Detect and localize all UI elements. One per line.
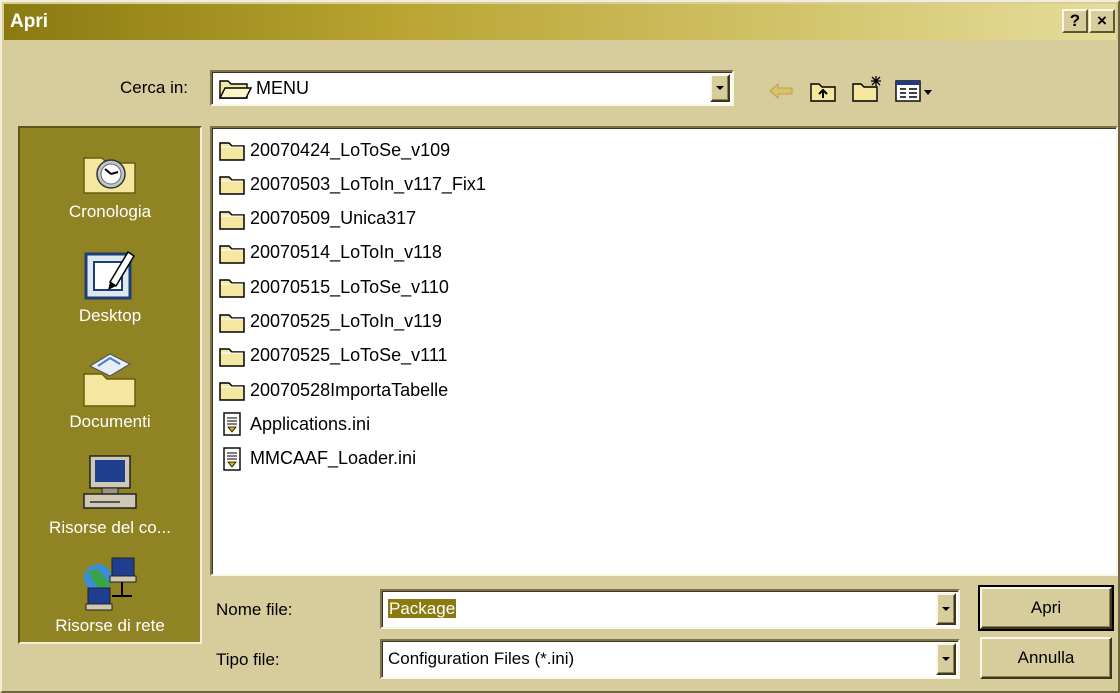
desktop-icon <box>84 250 136 300</box>
folder-item[interactable]: 20070525_LoToSe_v111 <box>218 340 448 372</box>
folder-item[interactable]: 20070503_LoToIn_v117_Fix1 <box>218 168 486 200</box>
place-network[interactable]: Risorse di rete <box>20 552 200 652</box>
computer-icon <box>83 455 137 509</box>
file-item[interactable]: MMCAAF_Loader.ini <box>218 443 416 475</box>
item-name: 20070515_LoToSe_v110 <box>250 276 449 297</box>
new-folder-icon[interactable] <box>850 74 884 104</box>
chevron-down-icon <box>942 607 950 611</box>
place-label: Risorse del co... <box>49 518 171 537</box>
cancel-button[interactable]: Annulla <box>980 637 1112 679</box>
filename-dropdown-button[interactable] <box>936 593 956 625</box>
folder-icon <box>219 176 245 196</box>
view-menu-icon[interactable] <box>894 78 934 104</box>
lookin-combo[interactable]: MENU <box>210 70 734 106</box>
folder-open-icon <box>218 80 252 99</box>
place-history[interactable]: Cronologia <box>20 138 200 238</box>
folder-icon <box>219 210 245 230</box>
folder-item[interactable]: 20070528ImportaTabelle <box>218 374 448 406</box>
folder-item[interactable]: 20070515_LoToSe_v110 <box>218 271 449 303</box>
network-icon <box>84 557 137 611</box>
window-title: Apri <box>10 11 48 32</box>
folder-icon <box>219 313 245 333</box>
item-name: 20070525_LoToIn_v119 <box>250 311 442 331</box>
lookin-label: Cerca in: <box>120 78 189 97</box>
folder-item[interactable]: 20070514_LoToIn_v118 <box>218 237 442 269</box>
file-list[interactable]: 20070424_LoToSe_v109 20070503_LoToIn_v117… <box>210 126 1118 576</box>
item-name: 20070528ImportaTabelle <box>250 379 449 400</box>
documents-icon <box>83 353 136 407</box>
ini-file-icon <box>223 412 241 437</box>
ini-file-icon <box>223 446 241 471</box>
lookin-value: MENU <box>256 77 309 98</box>
item-name: Applications.ini <box>250 413 371 434</box>
lookin-dropdown-button[interactable] <box>710 74 730 102</box>
item-name: 20070514_LoToIn_v118 <box>250 242 442 263</box>
item-name: 20070509_Unica317 <box>250 208 417 229</box>
place-label: Desktop <box>78 306 142 325</box>
place-label: Risorse di rete <box>55 616 165 635</box>
chevron-down-icon <box>942 657 950 661</box>
item-name: 20070424_LoToSe_v109 <box>250 139 451 160</box>
folder-icon <box>219 382 245 401</box>
filename-label: Nome file: <box>216 600 293 619</box>
title-bar[interactable]: Apri <box>4 4 1116 40</box>
filetype-value: Configuration Files (*.ini) <box>388 649 575 668</box>
folder-item[interactable]: 20070525_LoToIn_v119 <box>218 306 442 338</box>
close-button[interactable]: × <box>1089 9 1115 33</box>
item-name: 20070503_LoToIn_v117_Fix1 <box>250 173 486 194</box>
places-bar: Cronologia Desktop Documenti Risorse del… <box>18 126 202 644</box>
item-name: MMCAAF_Loader.ini <box>250 448 417 469</box>
file-item[interactable]: Applications.ini <box>218 408 370 440</box>
filetype-label: Tipo file: <box>216 650 280 669</box>
open-dialog: Apri ? × Cerca in: MENU Cronologia Deskt… <box>0 0 1120 693</box>
open-button[interactable]: Apri <box>978 585 1114 631</box>
item-name: 20070525_LoToSe_v111 <box>250 345 448 366</box>
up-folder-icon[interactable] <box>808 78 838 104</box>
filetype-dropdown-button[interactable] <box>936 643 956 675</box>
folder-icon <box>219 348 245 367</box>
filename-field[interactable]: Package <box>380 589 960 629</box>
filetype-combo[interactable]: Configuration Files (*.ini) <box>380 639 960 679</box>
folder-icon <box>219 279 245 298</box>
history-icon <box>83 157 136 194</box>
folder-item[interactable]: 20070424_LoToSe_v109 <box>218 134 450 166</box>
back-arrow-icon[interactable] <box>766 80 796 102</box>
place-desktop[interactable]: Desktop <box>20 242 200 342</box>
help-button[interactable]: ? <box>1062 9 1088 33</box>
place-label: Documenti <box>69 412 151 431</box>
place-label: Cronologia <box>68 202 152 221</box>
place-computer[interactable]: Risorse del co... <box>20 450 200 550</box>
folder-icon <box>219 245 245 264</box>
folder-item[interactable]: 20070509_Unica317 <box>218 203 416 235</box>
folder-icon <box>219 142 245 161</box>
filename-value: Package <box>388 599 457 618</box>
place-documents[interactable]: Documenti <box>20 344 200 444</box>
chevron-down-icon <box>716 86 724 90</box>
